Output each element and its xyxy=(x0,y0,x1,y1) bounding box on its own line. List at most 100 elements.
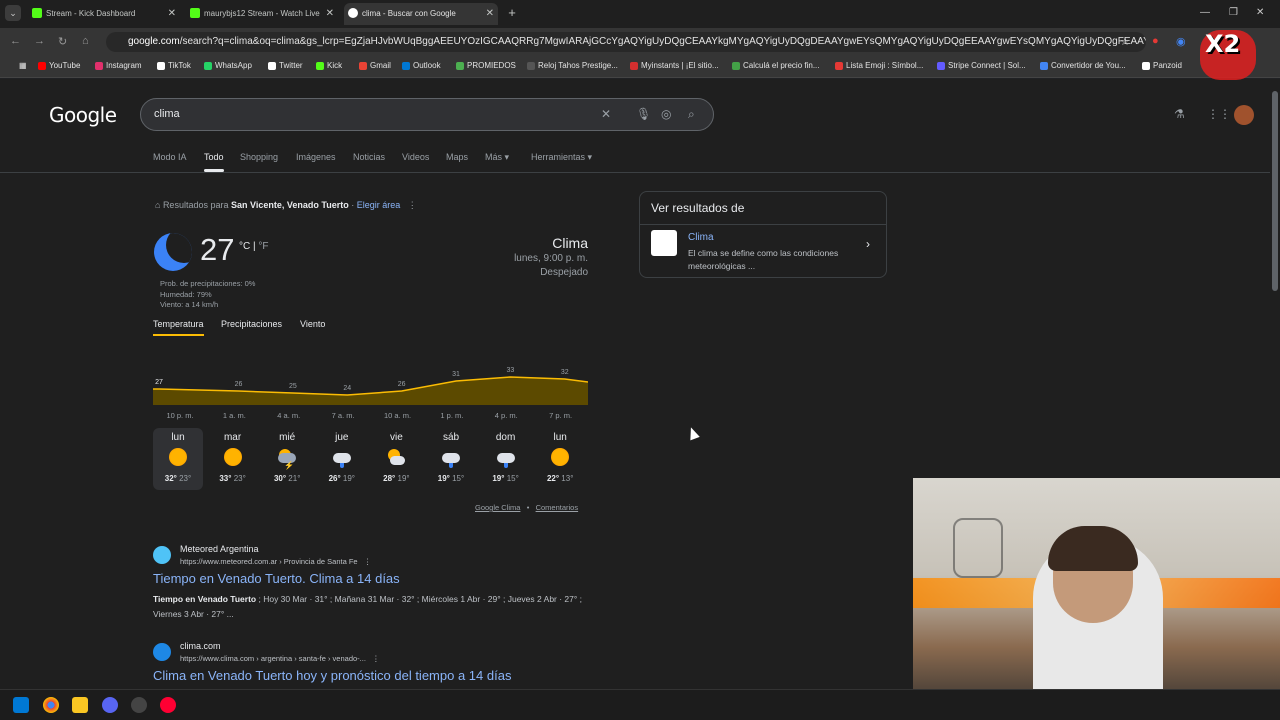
search-box[interactable]: clima ✕ 🎙 ◎ ⌕ xyxy=(140,98,714,131)
day-forecast[interactable]: jue 26° 19° xyxy=(317,428,367,490)
tab-temperatura[interactable]: Temperatura xyxy=(153,319,204,336)
close-tab-icon[interactable]: ✕ xyxy=(168,3,176,25)
obs-icon[interactable] xyxy=(131,697,147,713)
bookmark-gmail[interactable]: Gmail xyxy=(359,61,391,70)
close-tab-icon[interactable]: ✕ xyxy=(326,3,334,25)
bookmark-stripe[interactable]: Stripe Connect | Sol... xyxy=(937,61,1026,70)
panel-item-title[interactable]: Clima xyxy=(688,232,714,243)
new-tab-button[interactable]: + xyxy=(504,5,520,21)
emoji-icon xyxy=(835,62,843,70)
bookmark-instagram[interactable]: Instagram xyxy=(95,61,142,70)
tab-videos[interactable]: Videos xyxy=(402,152,429,162)
home-icon[interactable]: ⌂ xyxy=(82,35,89,47)
change-area-link[interactable]: Elegir área xyxy=(357,200,401,210)
bookmark-tiktok[interactable]: TikTok xyxy=(157,61,191,70)
bookmark-kick[interactable]: Kick xyxy=(316,61,342,70)
labs-flask-icon[interactable]: ⚗ xyxy=(1174,107,1185,121)
result-title-link[interactable]: Tiempo en Venado Tuerto. Clima a 14 días xyxy=(153,571,400,586)
lens-icon[interactable]: ◎ xyxy=(661,107,671,121)
discord-icon[interactable] xyxy=(102,697,118,713)
bookmark-convertidor[interactable]: Convertidor de You... xyxy=(1040,61,1126,70)
minimize-icon[interactable]: — xyxy=(1200,7,1210,18)
promiedos-icon xyxy=(456,62,464,70)
windows-start-icon[interactable] xyxy=(13,697,29,713)
bookmark-twitter[interactable]: Twitter xyxy=(268,61,303,70)
bookmark-youtube[interactable]: YouTube xyxy=(38,61,80,70)
result-title-link[interactable]: Clima en Venado Tuerto hoy y pronóstico … xyxy=(153,668,511,683)
day-forecast[interactable]: vie 28° 19° xyxy=(371,428,421,490)
day-forecast[interactable]: sáb 19° 15° xyxy=(426,428,476,490)
tab-todo[interactable]: Todo xyxy=(204,152,224,172)
restore-icon[interactable]: ❐ xyxy=(1229,7,1238,18)
result-url[interactable]: https://www.clima.com › argentina › sant… xyxy=(180,654,380,663)
bookmark-whatsapp[interactable]: WhatsApp xyxy=(204,61,252,70)
youtube-music-icon[interactable] xyxy=(160,697,176,713)
tab-maps[interactable]: Maps xyxy=(446,152,468,162)
bookmark-emoji[interactable]: Lista Emoji : Símbol... xyxy=(835,61,923,70)
unit-fahrenheit[interactable]: °F xyxy=(258,241,268,252)
reload-icon[interactable]: ↻ xyxy=(58,35,67,48)
clear-icon[interactable]: ✕ xyxy=(601,107,611,121)
microphone-icon[interactable]: 🎙 xyxy=(636,107,651,121)
weather-subtitle: lunes, 9:00 p. m. Despejado xyxy=(514,253,588,278)
scrollbar-thumb[interactable] xyxy=(1272,91,1278,291)
tab-noticias[interactable]: Noticias xyxy=(353,152,385,162)
bookmark-panzoid[interactable]: Panzoid xyxy=(1142,61,1182,70)
result-site[interactable]: Meteored Argentina xyxy=(180,544,259,554)
browser-tab-google[interactable]: clima - Buscar con Google ✕ xyxy=(344,3,498,25)
unit-celsius[interactable]: °C xyxy=(239,241,250,252)
search-icon[interactable]: ⌕ xyxy=(688,107,695,122)
day-forecast[interactable]: lun 32° 23° xyxy=(153,428,203,490)
chevron-right-icon[interactable]: › xyxy=(866,237,870,251)
file-explorer-icon[interactable] xyxy=(72,697,88,713)
chrome-icon[interactable] xyxy=(43,697,59,713)
result-site[interactable]: clima.com xyxy=(180,641,221,651)
avatar[interactable] xyxy=(1234,105,1254,125)
converter-icon xyxy=(1040,62,1048,70)
tab-imagenes[interactable]: Imágenes xyxy=(296,152,336,162)
close-tab-icon[interactable]: ✕ xyxy=(486,3,494,25)
apps-icon[interactable]: ▦ xyxy=(8,61,27,70)
hour-label: 4 a. m. xyxy=(277,411,301,420)
extension-icon[interactable]: ● xyxy=(1152,35,1159,47)
tab-search-menu-icon[interactable]: ⌄ xyxy=(5,5,21,21)
bookmark-calcula[interactable]: Calculá el precio fin... xyxy=(732,61,819,70)
gmail-icon xyxy=(359,62,367,70)
tab-herramientas[interactable]: Herramientas ▾ xyxy=(531,152,592,163)
tab-mas[interactable]: Más ▾ xyxy=(485,152,509,163)
weather-icon xyxy=(223,448,243,468)
day-forecast[interactable]: lun 22° 13° xyxy=(535,428,585,490)
bookmark-myinstants[interactable]: Myinstants | ¡El sitio... xyxy=(630,61,719,70)
weather-icon xyxy=(441,448,461,468)
day-forecast[interactable]: mar 33° 23° xyxy=(208,428,258,490)
tab-shopping[interactable]: Shopping xyxy=(240,152,278,162)
bookmark-reloj[interactable]: Reloj Tahos Prestige... xyxy=(527,61,618,70)
bookmark-promiedos[interactable]: PROMIEDOS xyxy=(456,61,516,70)
tab-modo-ia[interactable]: Modo IA xyxy=(153,152,187,162)
google-apps-icon[interactable]: ⋮⋮ xyxy=(1207,107,1231,121)
feedback-link[interactable]: Comentarios xyxy=(536,503,579,512)
bookmark-outlook[interactable]: Outlook xyxy=(402,61,441,70)
unit-toggle[interactable]: °C | °F xyxy=(239,241,269,252)
extension-icon[interactable]: ◉ xyxy=(1176,35,1186,48)
bookmark-star-icon[interactable]: ☆ xyxy=(1120,35,1130,48)
tab-viento[interactable]: Viento xyxy=(300,319,325,329)
hour-label: 1 p. m. xyxy=(440,411,464,420)
day-forecast[interactable]: mié ⚡ 30° 21° xyxy=(262,428,312,490)
day-temps: 28° 19° xyxy=(383,474,410,483)
clima-thumbnail[interactable] xyxy=(651,230,677,256)
close-window-icon[interactable]: ✕ xyxy=(1256,7,1264,18)
browser-tab-kick-dashboard[interactable]: Stream - Kick Dashboard ✕ xyxy=(28,3,180,25)
result-url[interactable]: https://www.meteored.com.ar › Provincia … xyxy=(180,557,371,566)
bookmarks-bar: ▦ YouTube Instagram TikTok WhatsApp Twit… xyxy=(0,56,1280,78)
back-icon[interactable]: ← xyxy=(10,35,21,47)
forward-icon[interactable]: → xyxy=(34,35,45,47)
youtube-icon xyxy=(38,62,46,70)
url-input[interactable]: google.com/search?q=clima&oq=clima&gs_lc… xyxy=(106,32,1146,52)
browser-tab-stream[interactable]: maurybjs12 Stream - Watch Live ✕ xyxy=(186,3,338,25)
search-input[interactable]: clima xyxy=(154,108,180,120)
tab-precipitaciones[interactable]: Precipitaciones xyxy=(221,319,282,329)
google-logo[interactable]: Google xyxy=(49,103,117,127)
day-forecast[interactable]: dom 19° 15° xyxy=(481,428,531,490)
google-clima-link[interactable]: Google Clima xyxy=(475,503,520,512)
